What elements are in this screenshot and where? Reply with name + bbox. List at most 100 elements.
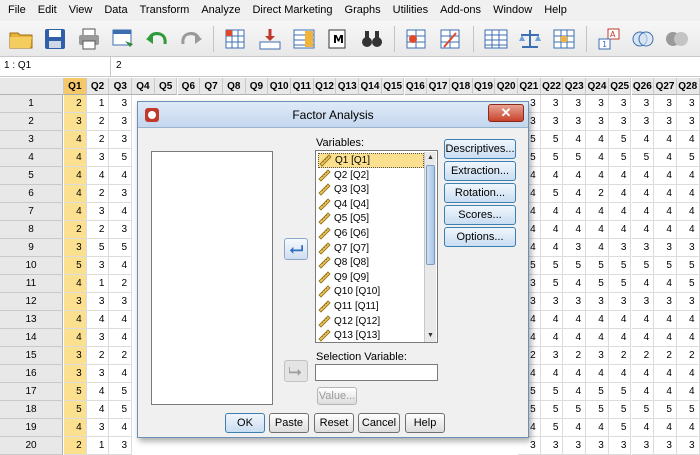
data-cell[interactable]: 5 — [540, 401, 564, 419]
row-header[interactable]: 8 — [0, 221, 63, 239]
move-to-selection-button[interactable] — [284, 360, 308, 382]
column-header[interactable]: Q17 — [427, 78, 450, 95]
data-cell[interactable]: 4 — [540, 221, 564, 239]
menu-help[interactable]: Help — [538, 0, 573, 21]
data-cell[interactable]: 4 — [676, 311, 700, 329]
variable-item[interactable]: Q7 [Q7] — [318, 241, 424, 256]
find-icon[interactable]: M — [323, 25, 353, 53]
row-header[interactable]: 17 — [0, 383, 63, 401]
data-cell[interactable]: 4 — [631, 275, 655, 293]
data-cell[interactable]: 4 — [109, 419, 133, 437]
data-cell[interactable]: 5 — [676, 257, 700, 275]
row-header[interactable]: 15 — [0, 347, 63, 365]
data-cell[interactable]: 4 — [654, 329, 677, 347]
data-cell[interactable]: 4 — [676, 131, 700, 149]
data-cell[interactable]: 2 — [64, 221, 87, 239]
data-cell[interactable]: 3 — [608, 113, 632, 131]
data-cell[interactable]: 4 — [586, 419, 609, 437]
data-cell[interactable]: 4 — [540, 329, 564, 347]
data-cell[interactable]: 5 — [64, 401, 87, 419]
data-cell[interactable]: 5 — [109, 149, 133, 167]
data-cell[interactable]: 3 — [563, 239, 587, 257]
menu-analyze[interactable]: Analyze — [195, 0, 246, 21]
data-cell[interactable]: 5 — [586, 383, 609, 401]
scroll-down-icon[interactable]: ▼ — [425, 330, 436, 342]
row-header[interactable]: 2 — [0, 113, 63, 131]
ok-button[interactable]: OK — [225, 413, 265, 433]
print-icon[interactable] — [74, 25, 104, 53]
data-cell[interactable]: 4 — [540, 239, 564, 257]
column-header[interactable]: Q15 — [381, 78, 405, 95]
data-cell[interactable]: 4 — [86, 383, 110, 401]
data-cell[interactable]: 3 — [586, 95, 609, 113]
data-cell[interactable]: 4 — [586, 311, 609, 329]
data-cell[interactable]: 4 — [64, 131, 87, 149]
variable-item[interactable]: Q5 [Q5] — [318, 211, 424, 226]
data-cell[interactable]: 5 — [608, 149, 632, 167]
menu-window[interactable]: Window — [487, 0, 538, 21]
row-header[interactable]: 10 — [0, 257, 63, 275]
selection-variable-field[interactable] — [315, 364, 438, 381]
data-cell[interactable]: 4 — [631, 329, 655, 347]
data-cell[interactable]: 4 — [654, 131, 677, 149]
data-cell[interactable]: 2 — [86, 347, 110, 365]
column-header[interactable]: Q2 — [86, 78, 110, 95]
help-button[interactable]: Help — [405, 413, 445, 433]
data-cell[interactable]: 4 — [109, 365, 133, 383]
move-to-variables-button[interactable] — [284, 238, 308, 260]
select-cases-icon[interactable] — [549, 25, 579, 53]
data-cell[interactable]: 4 — [86, 311, 110, 329]
data-cell[interactable]: 4 — [586, 329, 609, 347]
data-cell[interactable]: 3 — [86, 203, 110, 221]
insert-variable-icon[interactable] — [436, 25, 466, 53]
data-cell[interactable]: 3 — [608, 437, 632, 455]
data-cell[interactable]: 4 — [586, 221, 609, 239]
data-cell[interactable]: 4 — [64, 329, 87, 347]
data-cell[interactable]: 2 — [631, 347, 655, 365]
column-header[interactable]: Q27 — [654, 78, 677, 95]
variable-item[interactable]: Q3 [Q3] — [318, 182, 424, 197]
data-cell[interactable]: 4 — [540, 311, 564, 329]
data-cell[interactable]: 3 — [654, 437, 677, 455]
data-cell[interactable]: 2 — [563, 347, 587, 365]
options-button[interactable]: Options... — [444, 227, 516, 247]
variable-item[interactable]: Q11 [Q11] — [318, 299, 424, 314]
data-cell[interactable]: 3 — [631, 293, 655, 311]
data-cell[interactable]: 5 — [631, 149, 655, 167]
variables-icon[interactable] — [289, 25, 319, 53]
data-cell[interactable]: 4 — [586, 167, 609, 185]
data-cell[interactable]: 4 — [631, 131, 655, 149]
data-cell[interactable]: 3 — [676, 239, 700, 257]
data-cell[interactable]: 2 — [608, 347, 632, 365]
data-cell[interactable]: 4 — [586, 131, 609, 149]
menu-direct-marketing[interactable]: Direct Marketing — [246, 0, 338, 21]
data-cell[interactable]: 4 — [608, 221, 632, 239]
data-cell[interactable]: 3 — [109, 293, 133, 311]
data-cell[interactable]: 4 — [586, 149, 609, 167]
paste-button[interactable]: Paste — [269, 413, 309, 433]
data-cell[interactable]: 3 — [608, 239, 632, 257]
data-cell[interactable]: 4 — [86, 167, 110, 185]
dialog-title-bar[interactable]: Factor Analysis ✕ — [138, 102, 528, 128]
column-header[interactable]: Q3 — [109, 78, 133, 95]
data-cell[interactable]: 4 — [631, 185, 655, 203]
data-cell[interactable]: 1 — [86, 275, 110, 293]
variable-item[interactable]: Q12 [Q12] — [318, 314, 424, 329]
open-folder-icon[interactable] — [6, 25, 36, 53]
data-cell[interactable]: 5 — [586, 275, 609, 293]
row-header[interactable]: 19 — [0, 419, 63, 437]
value-labels-icon[interactable]: A1 — [594, 25, 624, 53]
column-header[interactable]: Q14 — [359, 78, 382, 95]
data-cell[interactable]: 3 — [540, 347, 564, 365]
data-cell[interactable]: 4 — [109, 257, 133, 275]
data-cell[interactable]: 4 — [563, 419, 587, 437]
data-cell[interactable]: 3 — [540, 293, 564, 311]
menu-add-ons[interactable]: Add-ons — [434, 0, 487, 21]
data-cell[interactable]: 2 — [654, 347, 677, 365]
data-cell[interactable]: 4 — [64, 275, 87, 293]
data-cell[interactable]: 5 — [631, 401, 655, 419]
data-cell[interactable]: 3 — [676, 293, 700, 311]
data-cell[interactable]: 2 — [86, 131, 110, 149]
data-cell[interactable]: 5 — [540, 257, 564, 275]
data-cell[interactable]: 4 — [64, 149, 87, 167]
